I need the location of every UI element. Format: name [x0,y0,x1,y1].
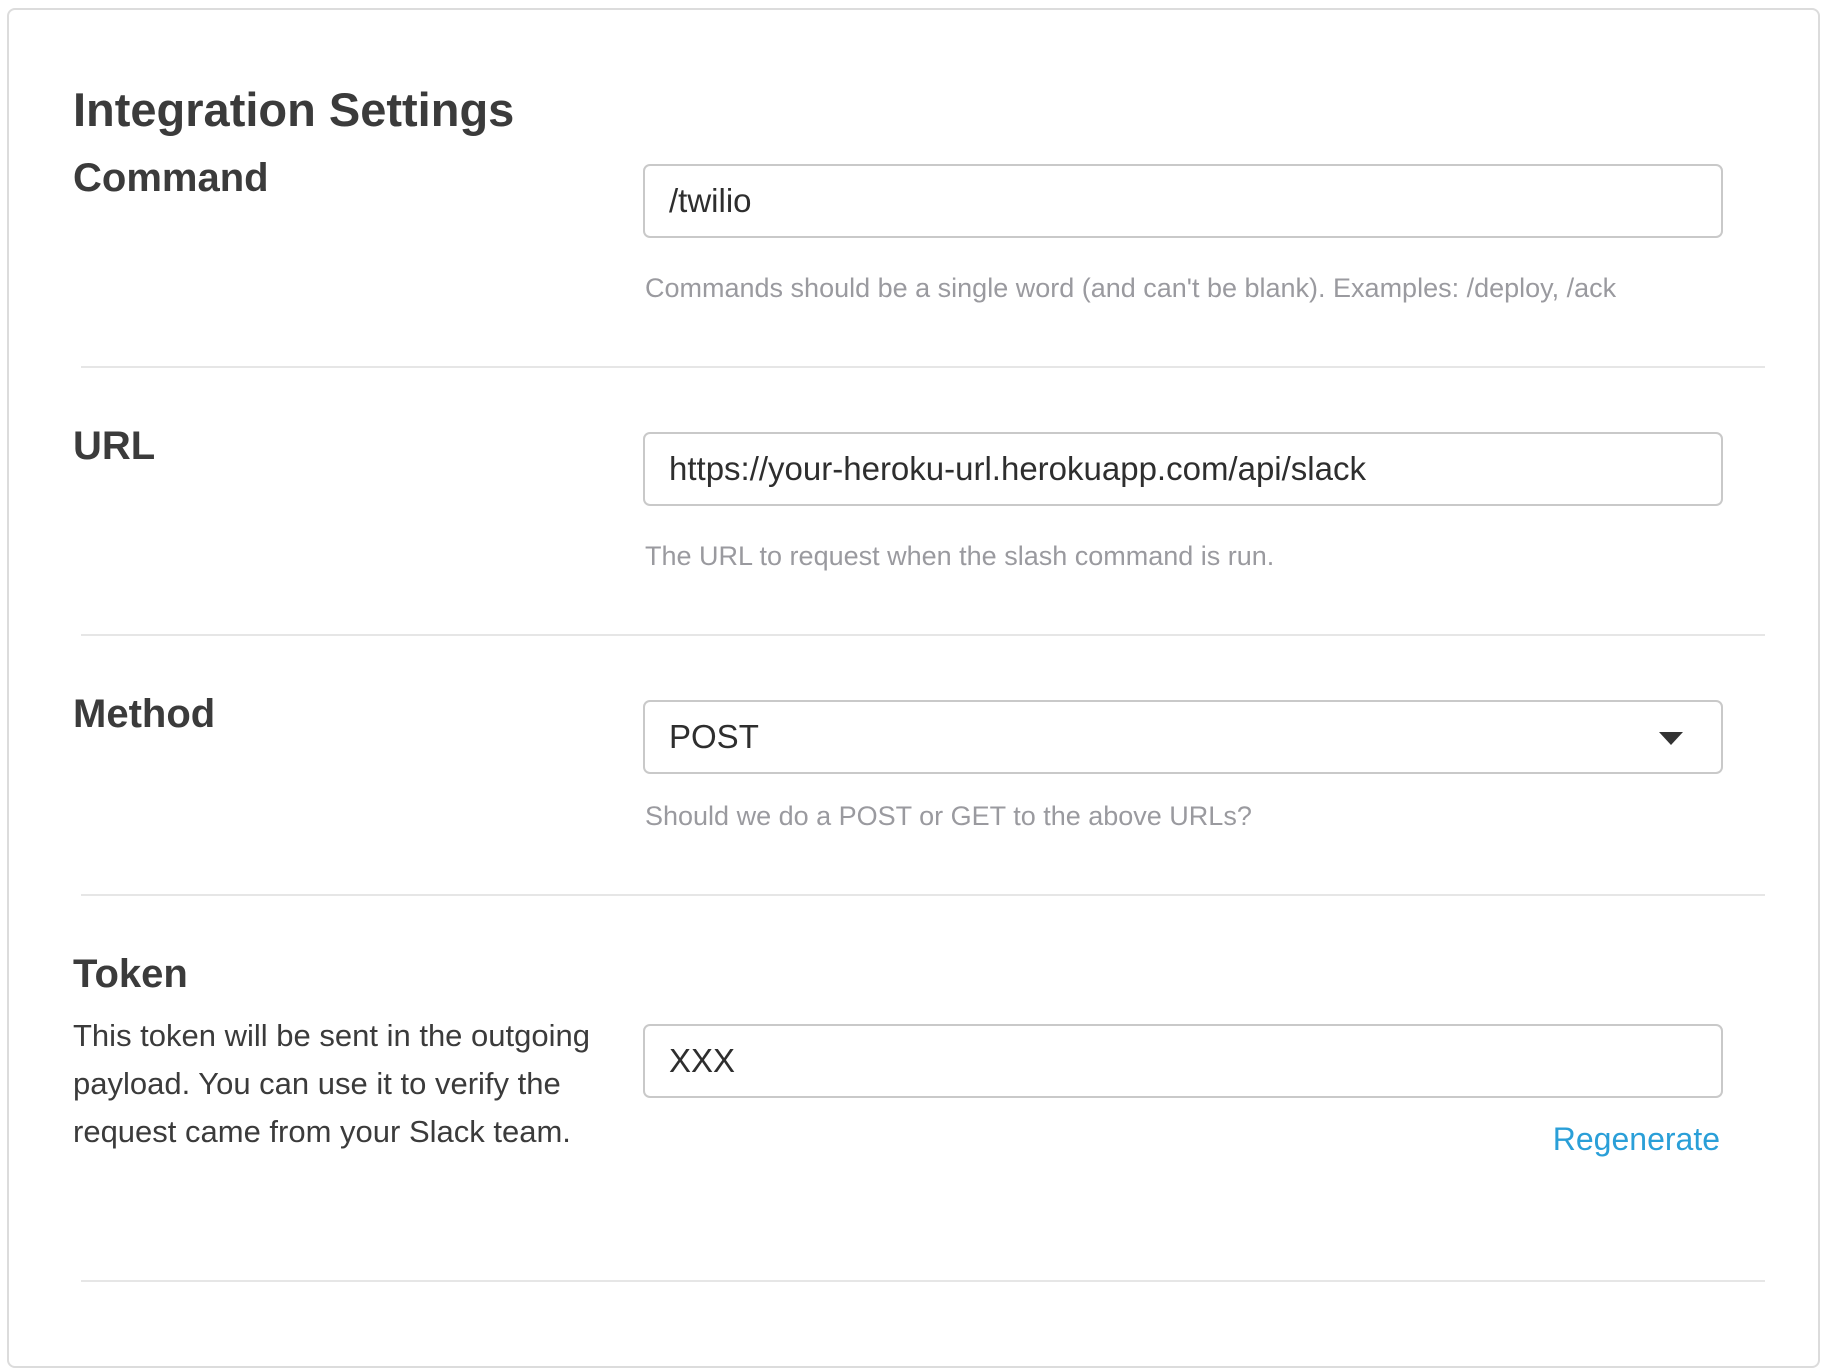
command-label: Command [73,156,269,200]
url-input[interactable]: https://your-heroku-url.herokuapp.com/ap… [643,432,1723,506]
command-help-text: Commands should be a single word (and ca… [645,273,1617,303]
token-description: This token will be sent in the outgoing … [73,1018,590,1149]
page-title: Integration Settings [73,83,515,136]
integration-settings-card: Integration Settings Command /twilio Com… [7,8,1820,1368]
token-input[interactable]: XXX [643,1024,1723,1098]
url-help-text: The URL to request when the slash comman… [645,541,1275,571]
method-select[interactable]: POST [643,700,1723,774]
url-input-value: https://your-heroku-url.herokuapp.com/ap… [669,450,1366,487]
method-select-value: POST [669,718,759,755]
command-input-value: /twilio [669,182,752,219]
token-label: Token [73,952,188,996]
method-divider [81,894,1765,896]
url-label: URL [73,424,156,468]
method-help-text: Should we do a POST or GET to the above … [645,801,1252,831]
regenerate-link[interactable]: Regenerate [1553,1120,1720,1158]
token-divider [81,1280,1765,1282]
token-input-value: XXX [669,1042,736,1079]
url-divider [81,634,1765,636]
method-label: Method [73,692,216,736]
chevron-down-icon[interactable] [1659,732,1683,745]
command-input[interactable]: /twilio [643,164,1723,238]
command-divider [81,366,1765,368]
